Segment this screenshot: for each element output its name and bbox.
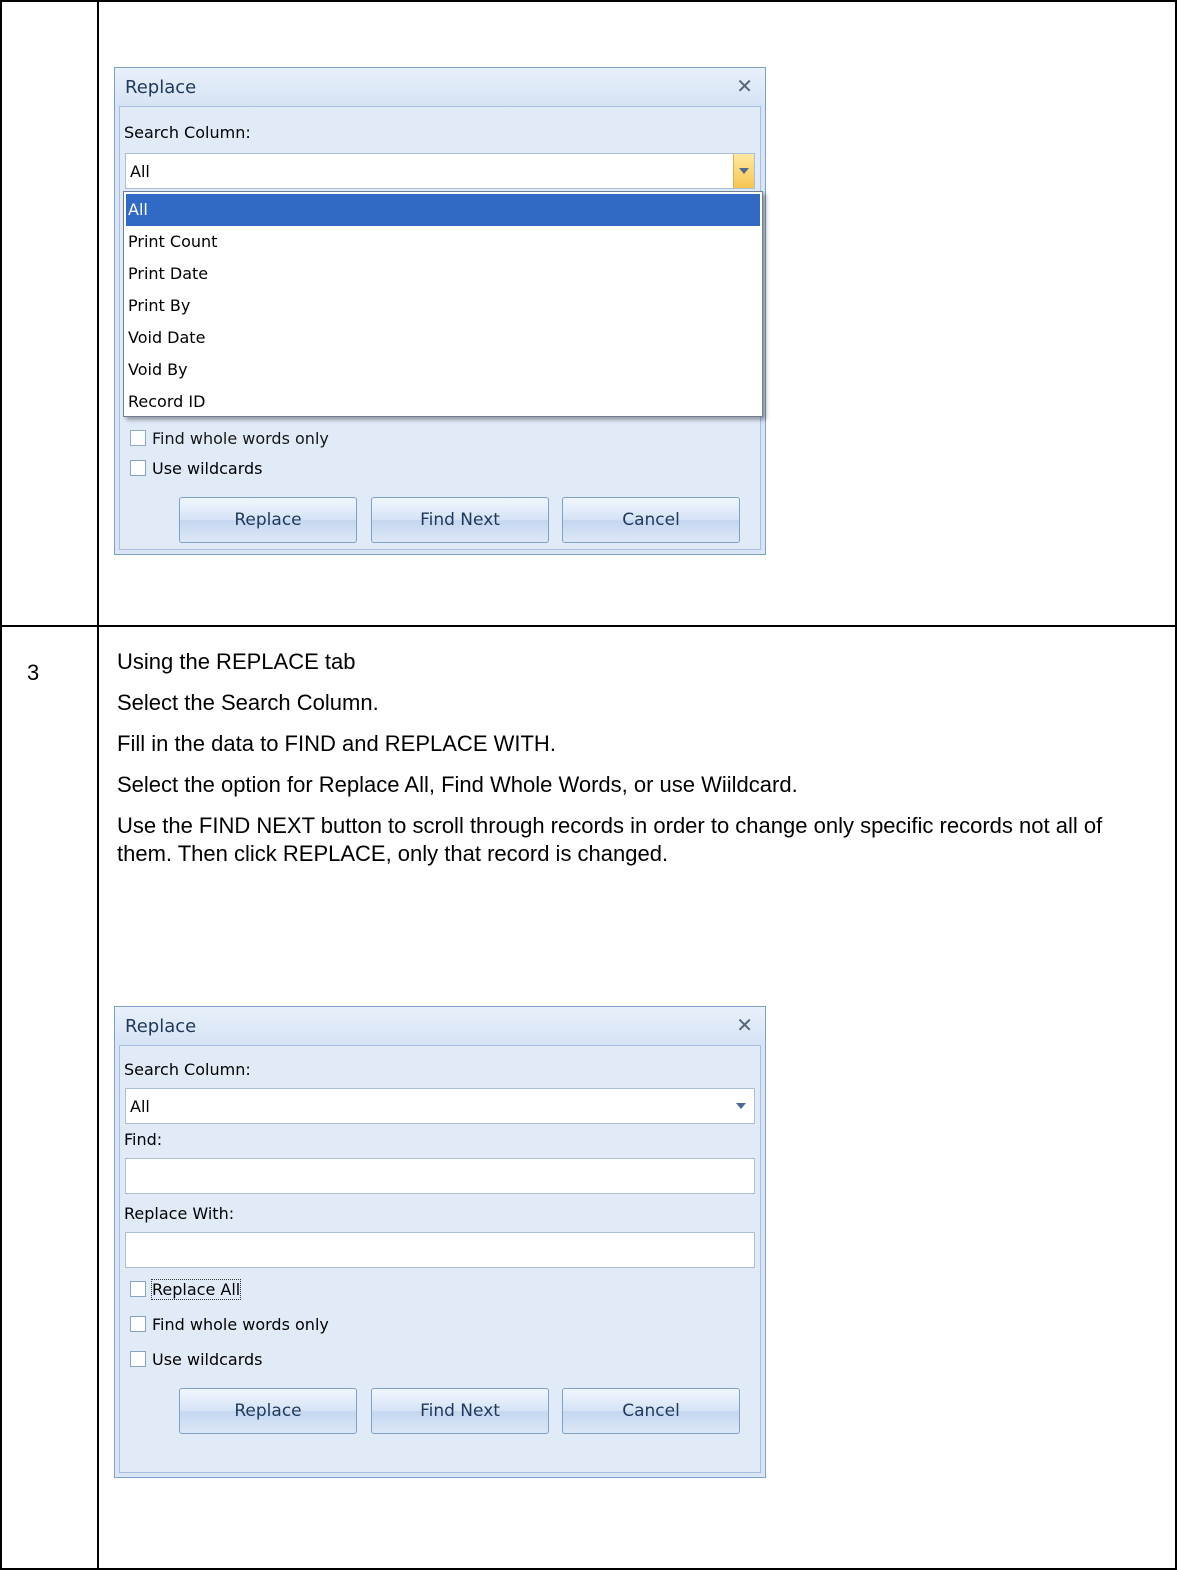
search-column-value: All: [130, 1097, 150, 1116]
close-icon[interactable]: ✕: [736, 1013, 753, 1037]
checkbox-label: Find whole words only: [152, 1315, 329, 1334]
chevron-down-icon[interactable]: [736, 1103, 746, 1109]
dropdown-option-print-date[interactable]: Print Date: [126, 258, 760, 290]
instruction-line: Select the Search Column.: [117, 690, 379, 715]
checkbox-icon[interactable]: [130, 1281, 146, 1297]
replace-with-label: Replace With:: [124, 1204, 235, 1223]
find-next-button[interactable]: Find Next: [371, 1388, 549, 1434]
dialog-titlebar: Replace ✕: [115, 1007, 765, 1045]
checkbox-label: Use wildcards: [152, 1350, 263, 1369]
row-divider: [0, 625, 1177, 627]
dropdown-option-print-count[interactable]: Print Count: [126, 226, 760, 258]
search-column-select[interactable]: All: [125, 153, 755, 189]
checkbox-icon[interactable]: [130, 1316, 146, 1332]
cancel-button[interactable]: Cancel: [562, 497, 740, 543]
checkbox-icon[interactable]: [130, 460, 146, 476]
search-column-select[interactable]: All: [125, 1088, 755, 1124]
checkbox-icon[interactable]: [130, 430, 146, 446]
checkbox-label: Use wildcards: [152, 459, 263, 478]
find-label: Find:: [124, 1130, 163, 1149]
dropdown-option-void-date[interactable]: Void Date: [126, 322, 760, 354]
search-column-label: Search Column:: [124, 123, 251, 142]
cancel-button[interactable]: Cancel: [562, 1388, 740, 1434]
checkbox-label: Find whole words only: [152, 429, 329, 448]
checkbox-icon[interactable]: [130, 1351, 146, 1367]
dialog-title: Replace: [125, 1016, 197, 1037]
find-next-button[interactable]: Find Next: [371, 497, 549, 543]
instruction-line: Using the REPLACE tab: [117, 649, 356, 674]
find-input[interactable]: [125, 1158, 755, 1194]
instruction-line: Fill in the data to FIND and REPLACE WIT…: [117, 731, 556, 756]
chevron-down-icon[interactable]: [733, 154, 754, 188]
find-whole-words-checkbox[interactable]: Find whole words only: [130, 1315, 329, 1334]
search-column-dropdown-list: All Print Count Print Date Print By Void…: [123, 191, 763, 417]
use-wildcards-checkbox[interactable]: Use wildcards: [130, 459, 263, 478]
replace-dialog-bottom: Replace ✕ Search Column: All Find: Repla…: [114, 1006, 766, 1478]
dialog-title: Replace: [125, 77, 197, 98]
find-whole-words-checkbox[interactable]: Find whole words only: [130, 429, 329, 448]
search-column-value: All: [130, 162, 150, 181]
dropdown-option-all[interactable]: All: [126, 194, 760, 226]
dialog-body: Search Column: All Find: Replace With: R…: [119, 1045, 761, 1473]
column-divider: [97, 0, 99, 1570]
dropdown-option-void-by[interactable]: Void By: [126, 354, 760, 386]
checkbox-label: Replace All: [150, 1279, 242, 1300]
replace-all-checkbox[interactable]: Replace All: [130, 1279, 242, 1300]
replace-button[interactable]: Replace: [179, 497, 357, 543]
step-instructions: Using the REPLACE tab Select the Search …: [117, 648, 1147, 881]
step-number: 3: [27, 660, 40, 685]
search-column-label: Search Column:: [124, 1060, 251, 1079]
dialog-titlebar: Replace ✕: [115, 68, 765, 106]
close-icon[interactable]: ✕: [736, 74, 753, 98]
dropdown-option-record-id[interactable]: Record ID: [126, 386, 760, 418]
instruction-line: Select the option for Replace All, Find …: [117, 772, 798, 797]
instruction-line: Use the FIND NEXT button to scroll throu…: [117, 813, 1103, 866]
replace-with-input[interactable]: [125, 1232, 755, 1268]
dropdown-option-print-by[interactable]: Print By: [126, 290, 760, 322]
use-wildcards-checkbox[interactable]: Use wildcards: [130, 1350, 263, 1369]
replace-button[interactable]: Replace: [179, 1388, 357, 1434]
